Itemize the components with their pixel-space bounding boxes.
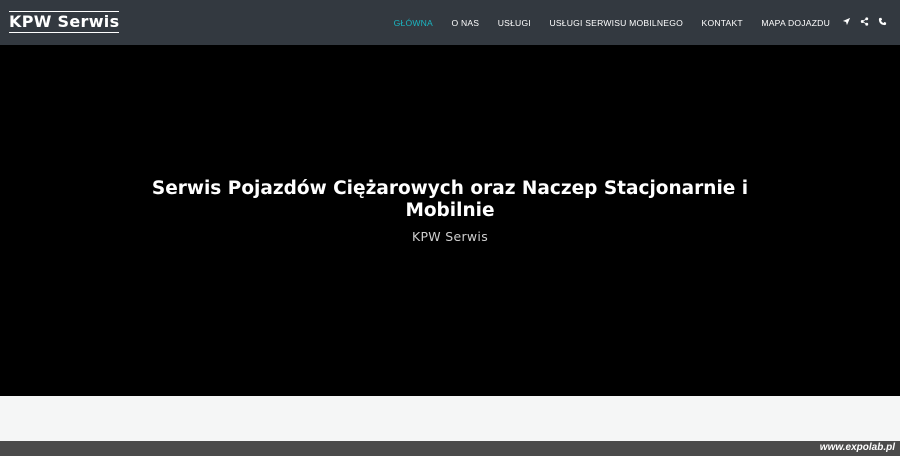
nav-item-uslugi[interactable]: Usługi xyxy=(498,18,531,28)
main-menu: Główna O nas Usługi Usługi serwisu mobil… xyxy=(375,0,830,45)
watermark: www.expolab.pl xyxy=(819,442,895,453)
header-icons xyxy=(833,16,887,27)
nav-item-glowna[interactable]: Główna xyxy=(394,18,433,28)
phone-icon[interactable] xyxy=(878,16,887,27)
footer-bar xyxy=(0,441,900,456)
content-band xyxy=(0,396,900,441)
share-icon[interactable] xyxy=(860,16,869,27)
nav-item-mapa-dojazdu[interactable]: Mapa dojazdu xyxy=(761,18,830,28)
nav-item-kontakt[interactable]: Kontakt xyxy=(702,18,743,28)
location-arrow-icon[interactable] xyxy=(842,16,851,27)
top-navbar: KPW Serwis Główna O nas Usługi Usługi se… xyxy=(0,0,900,45)
nav-item-uslugi-serwisu-mobilnego[interactable]: Usługi serwisu mobilnego xyxy=(549,18,683,28)
hero-section: Serwis Pojazdów Ciężarowych oraz Naczep … xyxy=(0,45,900,396)
hero-subtitle: KPW Serwis xyxy=(411,229,489,244)
site-logo[interactable]: KPW Serwis xyxy=(9,11,120,33)
hero-title: Serwis Pojazdów Ciężarowych oraz Naczep … xyxy=(151,178,749,221)
nav-item-o-nas[interactable]: O nas xyxy=(451,18,479,28)
